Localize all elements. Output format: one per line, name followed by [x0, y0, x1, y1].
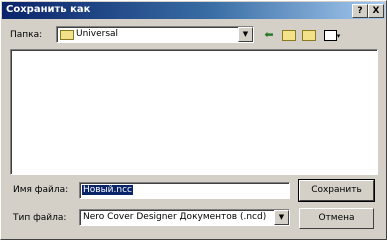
save-button[interactable]: Сохранить: [298, 179, 375, 202]
folder-label: Папка:: [10, 30, 43, 40]
view-menu-icon[interactable]: ▾: [320, 27, 344, 43]
filename-label: Имя файла:: [13, 185, 69, 195]
folder-icon: [60, 30, 74, 40]
filetype-label: Тип файла:: [13, 213, 67, 223]
back-arrow-icon[interactable]: ⬅: [260, 27, 278, 43]
save-as-dialog: Сохранить как ? X Папка: Universal ▼ ⬅ ▾…: [0, 0, 387, 240]
cancel-button[interactable]: Отмена: [299, 208, 374, 229]
help-button[interactable]: ?: [352, 4, 368, 18]
up-folder-icon[interactable]: [280, 27, 298, 43]
new-folder-icon[interactable]: [300, 27, 318, 43]
window-title: Сохранить как: [6, 4, 91, 15]
folder-value: Universal: [76, 29, 119, 39]
folder-dropdown[interactable]: Universal ▼: [56, 26, 254, 43]
filetype-value: Nero Cover Designer Документов (.ncd): [83, 212, 267, 222]
filetype-dropdown[interactable]: Nero Cover Designer Документов (.ncd) ▼: [79, 209, 290, 226]
filename-value: Новый.ncc: [82, 185, 133, 195]
chevron-down-icon[interactable]: ▼: [274, 210, 289, 225]
file-list[interactable]: [10, 49, 378, 175]
title-bar[interactable]: Сохранить как ? X: [2, 2, 385, 19]
chevron-down-icon[interactable]: ▼: [238, 27, 253, 42]
filename-input[interactable]: Новый.ncc: [79, 182, 290, 199]
close-button[interactable]: X: [368, 4, 384, 18]
